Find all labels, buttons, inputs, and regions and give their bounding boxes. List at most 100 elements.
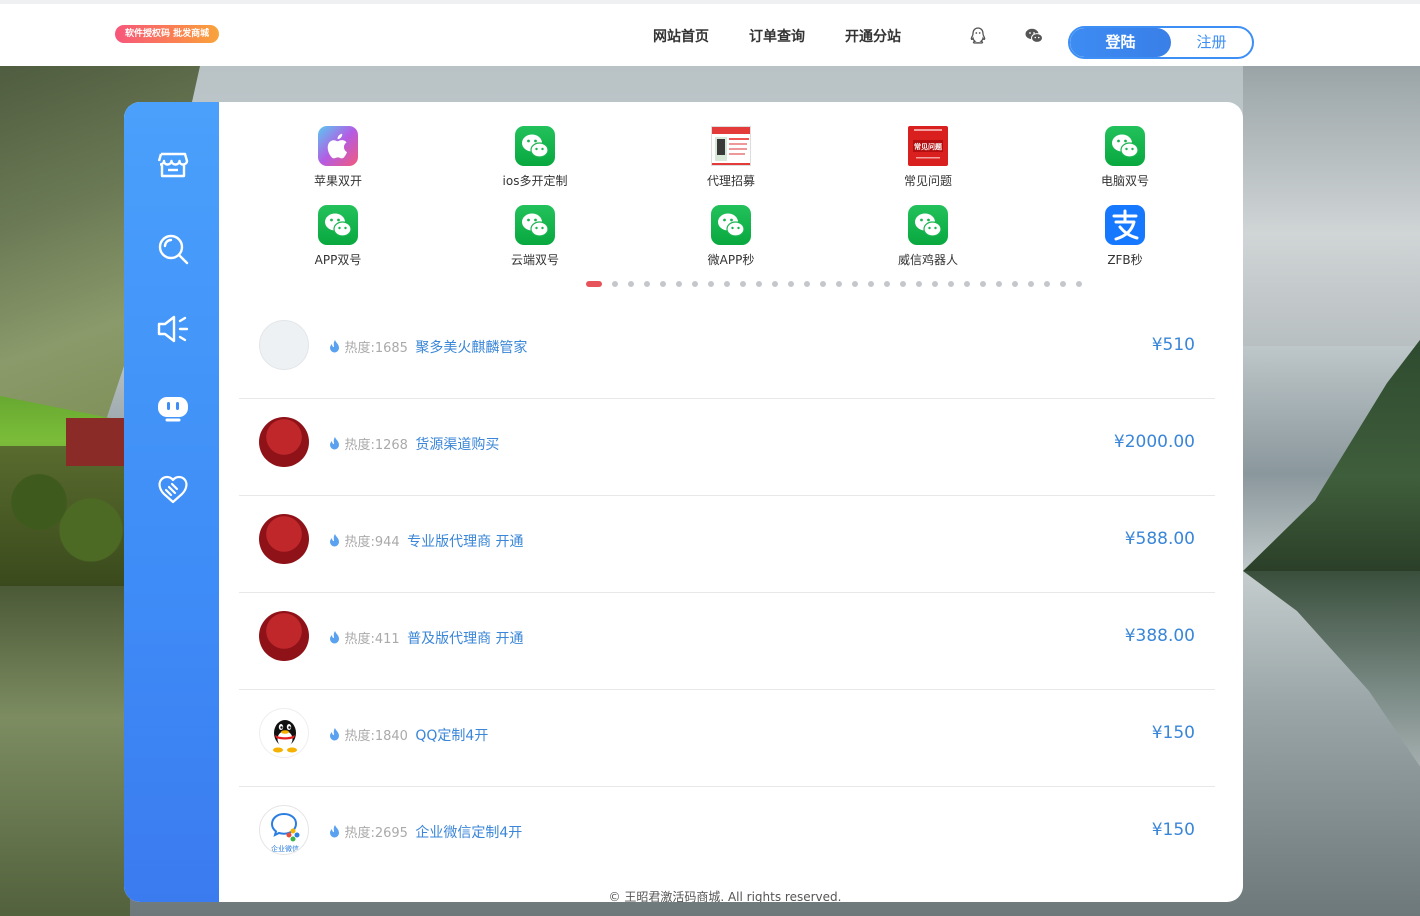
product-row[interactable]: 热度:1840 QQ定制4开 ¥150 [239, 690, 1215, 787]
nav-home[interactable]: 网站首页 [653, 26, 709, 46]
carousel-dot[interactable] [1028, 281, 1034, 287]
nav-order-query[interactable]: 订单查询 [749, 26, 805, 46]
heat-value: 热度:1268 [344, 438, 408, 453]
wechat-icon [318, 205, 358, 245]
carousel-dot[interactable] [1060, 281, 1066, 287]
product-row[interactable]: 热度:1268 货源渠道购买 ¥2000.00 [239, 399, 1215, 496]
carousel-dot[interactable] [884, 281, 890, 287]
carousel-dot[interactable] [1012, 281, 1018, 287]
carousel-dot[interactable] [916, 281, 922, 287]
carousel-dot[interactable] [836, 281, 842, 287]
carousel-dot[interactable] [676, 281, 682, 287]
app-label: 苹果双开 [313, 174, 362, 188]
wechat-icon [711, 205, 751, 245]
carousel-dot[interactable] [852, 281, 858, 287]
product-title[interactable]: 普及版代理商 开通 [407, 631, 523, 647]
product-price: ¥2000.00 [1113, 432, 1195, 452]
carousel-dot[interactable] [996, 281, 1002, 287]
auth-toggle: 登陆 注册 [1068, 26, 1254, 59]
apple-icon [318, 126, 358, 166]
app-item[interactable]: APP双号 [278, 205, 398, 268]
heat-value: 热度:1840 [344, 729, 408, 744]
sidebar [124, 102, 219, 902]
product-row[interactable]: 热度:944 专业版代理商 开通 ¥588.00 [239, 496, 1215, 593]
app-item[interactable]: 苹果双开 [278, 126, 398, 189]
product-title[interactable]: 货源渠道购买 [415, 437, 499, 453]
carousel-dot[interactable] [932, 281, 938, 287]
product-price: ¥588.00 [1124, 529, 1195, 549]
app-item[interactable]: 电脑双号 [1065, 126, 1185, 189]
carousel-dot[interactable] [1076, 281, 1082, 287]
carousel-dot[interactable] [628, 281, 634, 287]
carousel-dot[interactable] [868, 281, 874, 287]
app-item[interactable]: 云端双号 [475, 205, 595, 268]
app-item[interactable]: ios多开定制 [475, 126, 595, 189]
app-item[interactable]: 威信鸡器人 [868, 205, 988, 268]
carousel-dot[interactable] [964, 281, 970, 287]
product-price: ¥150 [1151, 820, 1195, 840]
app-label: ios多开定制 [502, 174, 568, 188]
product-price: ¥150 [1151, 723, 1195, 743]
footer-copyright: © 王昭君激活码商城. All rights reserved. [608, 890, 842, 902]
carousel-dot[interactable] [804, 281, 810, 287]
top-header: 软件授权码 批发商城 网站首页 订单查询 开通分站 登陆 注册 [0, 0, 1420, 66]
handshake-icon[interactable] [156, 472, 190, 506]
app-item[interactable]: 微APP秒 [671, 205, 791, 268]
store-icon[interactable] [156, 148, 190, 182]
carousel-dot[interactable] [660, 281, 666, 287]
wework-icon: 企业微信 [259, 805, 309, 855]
carousel-dot[interactable] [980, 281, 986, 287]
carousel-dot[interactable] [900, 281, 906, 287]
app-label: 威信鸡器人 [897, 253, 958, 267]
app-item[interactable]: 代理招募 [671, 126, 791, 189]
carousel-dot[interactable] [692, 281, 698, 287]
flame-icon [330, 728, 339, 741]
carousel-dot[interactable] [820, 281, 826, 287]
carousel-dot[interactable] [612, 281, 618, 287]
site-logo[interactable]: 软件授权码 批发商城 [115, 25, 220, 43]
faq-poster-text: 常见问题 [914, 142, 943, 151]
carousel-dot[interactable] [1044, 281, 1050, 287]
login-button[interactable]: 登陆 [1070, 28, 1171, 57]
product-row[interactable]: 企业微信 热度:2695 企业微信定制4开 ¥150 [239, 787, 1215, 884]
heat-value: 热度:944 [344, 535, 400, 550]
heat-value: 热度:1685 [344, 341, 408, 356]
carousel-dot[interactable] [708, 281, 714, 287]
app-grid: 苹果双开 ios多开定制 代理招募 常见问题 常见问题 电脑双号 APP双号 云… [219, 102, 1243, 302]
app-label: 微APP秒 [707, 253, 755, 267]
carousel-dot[interactable] [740, 281, 746, 287]
app-item[interactable]: 常见问题 常见问题 [868, 126, 988, 189]
carousel-dot[interactable] [772, 281, 778, 287]
wechat-icon[interactable] [1024, 26, 1044, 46]
qq-penguin-icon [259, 708, 309, 758]
qq-icon[interactable] [968, 26, 988, 46]
product-avatar [259, 320, 309, 370]
carousel-dot[interactable] [948, 281, 954, 287]
carousel-dot[interactable] [756, 281, 762, 287]
product-avatar [259, 514, 309, 564]
product-title[interactable]: 专业版代理商 开通 [407, 534, 523, 550]
register-button[interactable]: 注册 [1171, 28, 1252, 57]
product-title[interactable]: QQ定制4开 [415, 728, 488, 744]
product-price: ¥388.00 [1124, 626, 1195, 646]
app-item[interactable]: ZFB秒 [1065, 205, 1185, 268]
product-row[interactable]: 热度:411 普及版代理商 开通 ¥388.00 [239, 593, 1215, 690]
faq-poster-icon: 常见问题 [908, 126, 948, 166]
product-avatar [259, 417, 309, 467]
carousel-dot[interactable] [586, 281, 602, 287]
nav-open-substation[interactable]: 开通分站 [845, 26, 901, 46]
flame-icon [330, 534, 339, 547]
flame-icon [330, 437, 339, 450]
announcement-icon[interactable] [156, 312, 190, 346]
product-title[interactable]: 聚多美火麒麟管家 [415, 340, 527, 356]
robot-icon[interactable] [156, 392, 190, 426]
carousel-dot[interactable] [724, 281, 730, 287]
poster-icon [711, 126, 751, 166]
search-icon[interactable] [156, 232, 190, 266]
product-row[interactable]: 热度:1685 聚多美火麒麟管家 ¥510 [239, 302, 1215, 399]
carousel-dot[interactable] [644, 281, 650, 287]
carousel-dot[interactable] [788, 281, 794, 287]
product-title[interactable]: 企业微信定制4开 [415, 825, 522, 841]
wechat-icon [515, 205, 555, 245]
app-label: 电脑双号 [1100, 174, 1149, 188]
